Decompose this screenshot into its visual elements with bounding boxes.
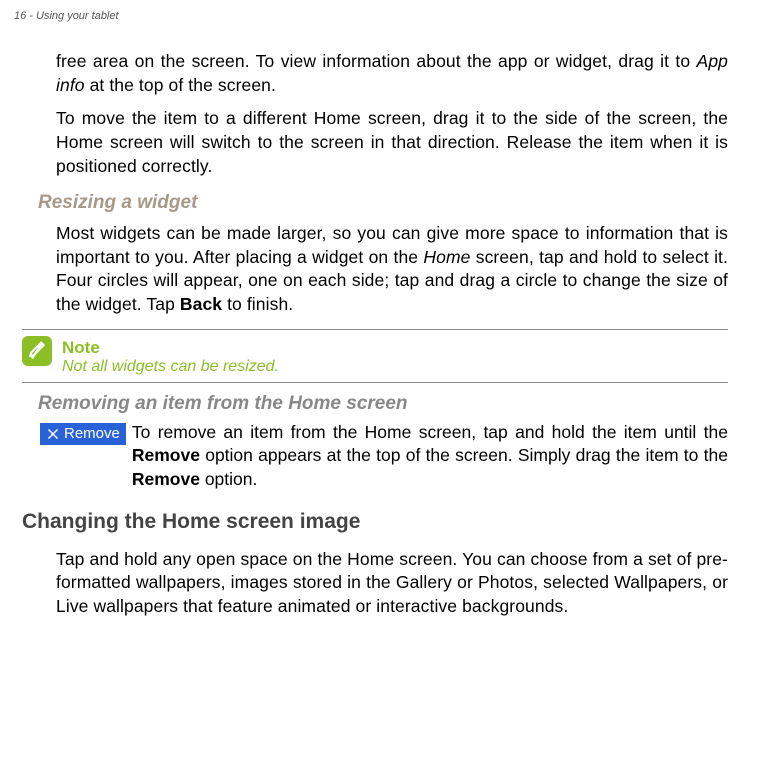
- remove-section: Remove To remove an item from the Home s…: [56, 421, 728, 492]
- page-header: 16 - Using your tablet: [0, 0, 770, 22]
- paragraph-move-item: To move the item to a different Home scr…: [56, 107, 728, 178]
- note-content: Note Not all widgets can be resized.: [62, 336, 279, 376]
- note-icon: [22, 336, 52, 366]
- paragraph-app-info: free area on the screen. To view informa…: [56, 50, 728, 97]
- remove-badge: Remove: [40, 423, 126, 445]
- heading-removing-item: Removing an item from the Home screen: [38, 393, 728, 415]
- text-bold-remove-1: Remove: [132, 445, 200, 465]
- note-box: Note Not all widgets can be resized.: [22, 329, 728, 383]
- content-area: free area on the screen. To view informa…: [0, 22, 770, 618]
- close-icon: [44, 425, 62, 443]
- text-italic-home: Home: [423, 247, 470, 267]
- text-segment: option appears at the top of the screen.…: [200, 445, 728, 465]
- text-segment: free area on the screen. To view informa…: [56, 51, 697, 71]
- heading-resizing-widget: Resizing a widget: [38, 192, 728, 214]
- text-bold-remove-2: Remove: [132, 469, 200, 489]
- text-segment: To remove an item from the Home screen, …: [132, 422, 728, 442]
- heading-changing-image: Changing the Home screen image: [22, 510, 728, 534]
- text-segment: at the top of the screen.: [85, 75, 276, 95]
- remove-badge-label: Remove: [64, 425, 120, 442]
- text-bold-back: Back: [180, 294, 222, 314]
- text-segment: to finish.: [222, 294, 293, 314]
- paragraph-remove: To remove an item from the Home screen, …: [132, 421, 728, 492]
- note-label: Note: [62, 338, 279, 358]
- paragraph-changing: Tap and hold any open space on the Home …: [56, 548, 728, 619]
- paragraph-resizing: Most widgets can be made larger, so you …: [56, 222, 728, 317]
- text-segment: option.: [200, 469, 257, 489]
- note-text: Not all widgets can be resized.: [62, 358, 279, 375]
